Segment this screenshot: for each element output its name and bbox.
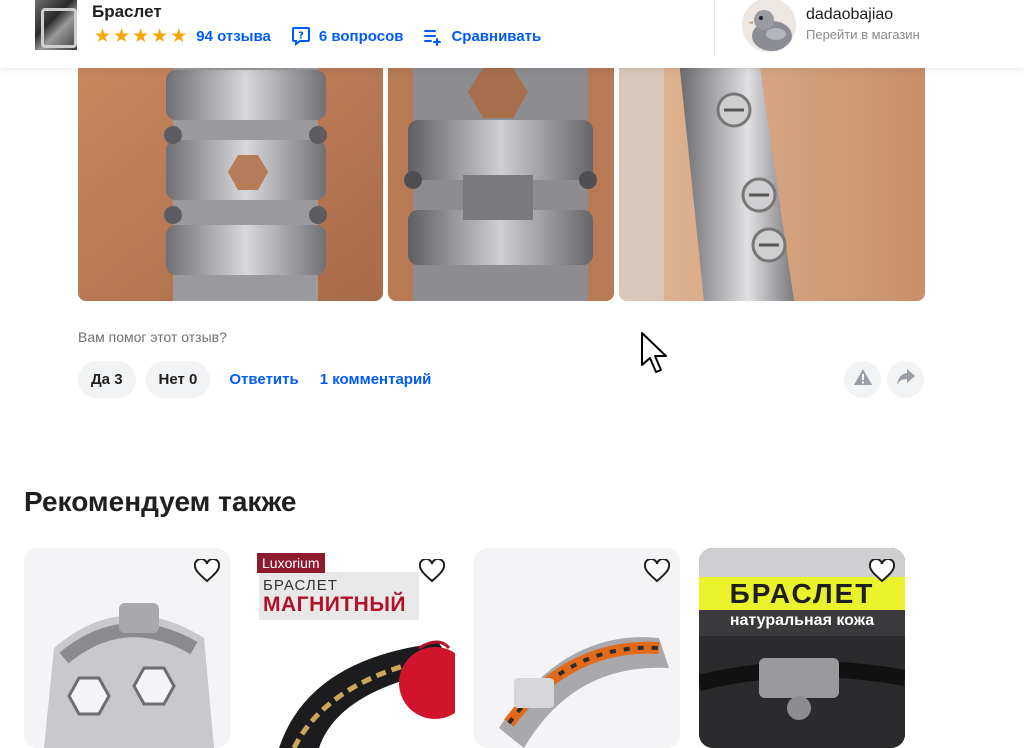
go-to-shop-link[interactable]: Перейти в магазин (806, 27, 920, 42)
favorite-heart-icon[interactable] (418, 557, 446, 583)
rating-row: ★ ★ ★ ★ ★ 94 отзыва ? 6 вопросов Сравнив… (94, 26, 561, 46)
star-icon: ★ (94, 25, 112, 47)
compare-list-icon (423, 26, 443, 46)
reviews-link[interactable]: 94 отзыва (196, 28, 271, 45)
brand-badge: Luxorium (257, 553, 325, 573)
promo-line-1: БРАСЛЕТ (263, 577, 338, 594)
header-divider (714, 0, 715, 56)
promo-line-2: МАГНИТНЫЙ (263, 593, 406, 616)
compare-link-label: Сравнивать (451, 27, 542, 45)
review-photo-2[interactable] (388, 60, 614, 301)
review-photo-3[interactable] (619, 60, 925, 301)
product-card-4[interactable]: БРАСЛЕТ натуральная кожа (699, 548, 905, 748)
helpful-yes-button[interactable]: Да 3 (78, 361, 136, 398)
share-button[interactable] (887, 361, 924, 398)
reviews-link-label: 94 отзыва (196, 27, 271, 45)
helpful-question: Вам помог этот отзыв? (78, 329, 227, 345)
mouse-cursor-icon (640, 331, 670, 377)
review-photos (78, 60, 925, 301)
star-icon: ★ (170, 25, 188, 47)
helpful-no-button[interactable]: Нет 0 (145, 361, 211, 398)
shop-name[interactable]: dadaobajiao (806, 6, 893, 24)
product-title[interactable]: Браслет (92, 2, 162, 22)
questions-link[interactable]: ? 6 вопросов (291, 26, 404, 46)
promo-line-2: натуральная кожа (729, 612, 875, 629)
star-icon: ★ (151, 25, 169, 47)
svg-text:?: ? (298, 31, 304, 42)
warning-icon (853, 368, 873, 391)
reply-link[interactable]: Ответить (229, 371, 298, 388)
recommendation-cards: Luxorium БРАСЛЕТ МАГНИТНЫЙ БРАСЛЕТ натур… (24, 548, 905, 748)
product-card-3[interactable] (474, 548, 680, 748)
compare-link[interactable]: Сравнивать (423, 26, 541, 46)
product-thumbnail[interactable] (35, 0, 77, 50)
review-photo-1[interactable] (78, 60, 383, 301)
comments-link[interactable]: 1 комментарий (320, 371, 432, 388)
report-button[interactable] (844, 361, 881, 398)
favorite-heart-icon[interactable] (193, 557, 221, 583)
favorite-heart-icon[interactable] (643, 557, 671, 583)
question-bubble-icon: ? (291, 26, 311, 46)
product-card-2[interactable]: Luxorium БРАСЛЕТ МАГНИТНЫЙ (249, 548, 455, 748)
shop-avatar[interactable] (742, 0, 796, 52)
recommendations-title: Рекомендуем также (24, 486, 297, 517)
favorite-heart-icon[interactable] (868, 557, 896, 583)
rating-stars[interactable]: ★ ★ ★ ★ ★ (94, 27, 187, 46)
share-arrow-icon (896, 368, 916, 391)
product-header: Браслет ★ ★ ★ ★ ★ 94 отзыва ? 6 вопросов… (0, 0, 1024, 68)
star-icon: ★ (132, 25, 150, 47)
questions-link-label: 6 вопросов (318, 27, 404, 45)
product-card-1[interactable] (24, 548, 230, 748)
review-actions: Да 3 Нет 0 Ответить 1 комментарий (78, 361, 443, 398)
star-icon: ★ (113, 25, 131, 47)
